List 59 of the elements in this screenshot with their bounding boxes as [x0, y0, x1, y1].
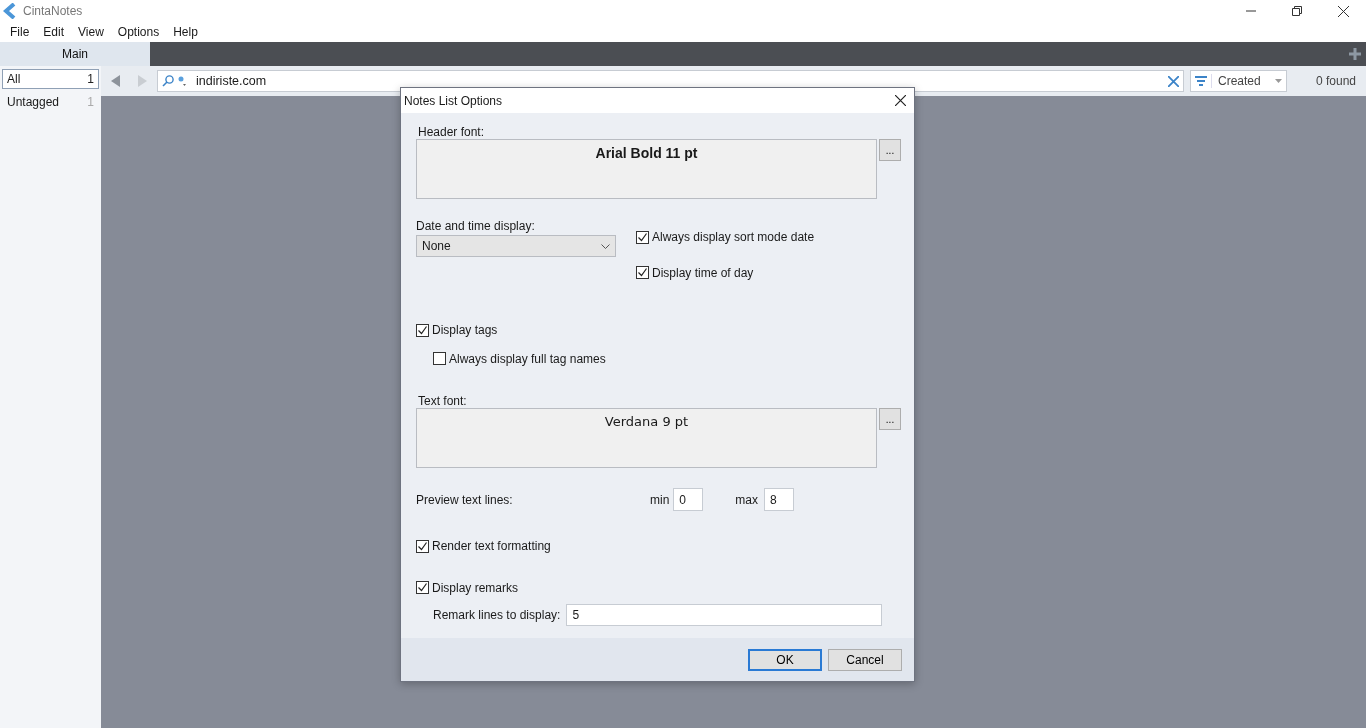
dialog-button[interactable]: Cancel — [828, 648, 902, 671]
field-label: Preview text lines: — [416, 492, 514, 507]
tag-count: 1 — [87, 95, 94, 109]
field-label: Remark lines to display: — [433, 608, 561, 622]
chevron-icon — [601, 243, 610, 249]
date-dropdown[interactable]: None — [416, 235, 616, 257]
checkbox[interactable] — [636, 230, 649, 244]
field-label: max — [735, 492, 758, 507]
field-label: min — [650, 492, 670, 507]
menu-item[interactable]: Edit — [36, 25, 72, 39]
field-label: Date and time display: — [416, 219, 536, 233]
browse-button[interactable]: ... — [879, 139, 901, 161]
min-input[interactable]: 0 — [673, 488, 704, 511]
checkbox[interactable] — [433, 352, 446, 365]
tab[interactable]: Main — [0, 42, 150, 66]
checkbox-label: Always display sort mode date — [652, 230, 815, 244]
font-name: Verdana 9 pt — [604, 414, 689, 429]
checkbox-label: Render text formatting — [432, 539, 551, 553]
sidebar-item[interactable]: Untagged 1 — [2, 92, 99, 112]
clear-icon[interactable] — [1168, 75, 1179, 87]
close-icon[interactable] — [1337, 5, 1349, 17]
search-value: indiriste.com — [196, 74, 268, 88]
menu-item[interactable]: File — [3, 25, 37, 39]
checkbox[interactable] — [416, 323, 429, 337]
search-icon — [162, 75, 174, 87]
sort-dropdown[interactable]: Created — [1190, 70, 1287, 92]
tag-name: Untagged — [7, 95, 60, 109]
remark-lines-input[interactable]: 5 — [566, 604, 883, 626]
result-count: 0 found — [1315, 74, 1356, 88]
font-name: Arial Bold 11 pt — [595, 145, 698, 161]
menu-item[interactable]: Help — [166, 25, 205, 39]
back-icon[interactable] — [111, 75, 120, 87]
checkbox[interactable] — [416, 539, 429, 553]
dialog-button[interactable]: OK — [748, 648, 822, 671]
search-mode-icon[interactable] — [178, 75, 186, 87]
checkbox-label: Display time of day — [652, 265, 754, 280]
sidebar-item[interactable]: All 1 — [2, 69, 99, 89]
field-label: Text font: — [417, 394, 468, 408]
tag-name: All — [7, 72, 21, 86]
caret-icon — [1275, 79, 1282, 83]
close-icon[interactable] — [895, 95, 906, 106]
checkbox[interactable] — [416, 581, 429, 594]
dialog-title: Notes List Options — [404, 93, 503, 108]
checkbox[interactable] — [636, 266, 649, 279]
app-logo-icon — [3, 3, 17, 19]
field-label: Header font: — [417, 125, 486, 139]
add-tab-icon[interactable] — [1349, 48, 1361, 60]
checkbox-label: Always display full tag names — [449, 351, 606, 366]
checkbox-label: Display tags — [432, 323, 498, 337]
browse-button[interactable]: ... — [879, 408, 901, 430]
restore-icon[interactable] — [1292, 5, 1302, 16]
sort-icon — [1195, 75, 1207, 87]
checkbox-label: Display remarks — [432, 580, 518, 595]
menu-item[interactable]: Options — [110, 25, 167, 39]
search-field[interactable]: indiriste.com — [157, 70, 1184, 92]
tag-count: 1 — [87, 72, 94, 86]
menu-item[interactable]: View — [71, 25, 111, 39]
max-input[interactable]: 8 — [764, 488, 794, 511]
window-title: CintaNotes — [23, 4, 83, 18]
